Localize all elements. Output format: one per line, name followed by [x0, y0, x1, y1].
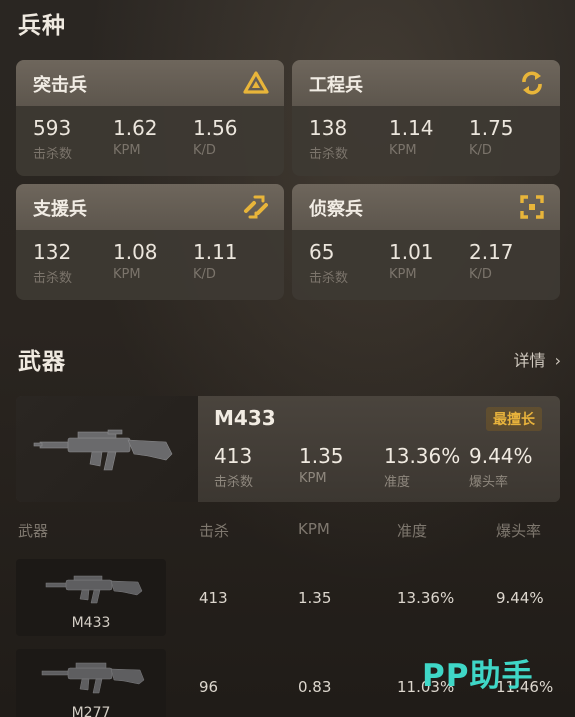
details-link[interactable]: 详情 ›: [513, 347, 561, 371]
accuracy-value: 13.36%: [397, 589, 455, 607]
stat-label: 击杀数: [309, 147, 349, 162]
stat-kills: 593 击杀数: [33, 116, 72, 162]
classes-section-title: 兵种: [18, 13, 66, 39]
kills-value: 413: [199, 589, 228, 607]
stat-value: 1.35: [299, 444, 344, 468]
kills-value: 96: [199, 678, 219, 696]
arrows-join-icon: [244, 195, 268, 219]
stat-label: KPM: [389, 267, 417, 282]
stat-kd: 1.11 K/D: [193, 240, 238, 282]
class-name: 突击兵: [33, 75, 87, 96]
stat-value: 1.75: [469, 116, 514, 140]
stat-value: 2.17: [469, 240, 514, 264]
class-card-recon[interactable]: 侦察兵 65 击杀数 1.01 KPM 2.17 K/D: [292, 184, 560, 300]
class-card-assault[interactable]: 突击兵 593 击杀数 1.62 KPM 1.56 K/D: [16, 60, 284, 176]
stat-value: 132: [33, 240, 72, 264]
rifle-icon: [45, 575, 143, 604]
featured-stat-headshot: 9.44% 爆头率: [469, 445, 533, 490]
stat-value: 1.14: [389, 116, 434, 140]
stat-value: 1.01: [389, 240, 434, 264]
stat-value: 1.08: [113, 240, 158, 264]
table-header-headshot: 爆头率: [496, 522, 542, 540]
weapon-name: M277: [71, 705, 111, 717]
stat-kpm: 1.14 KPM: [389, 116, 434, 158]
class-card-support[interactable]: 支援兵 132 击杀数 1.08 KPM 1.11 K/D: [16, 184, 284, 300]
stat-kd: 1.75 K/D: [469, 116, 514, 158]
stat-kd: 2.17 K/D: [469, 240, 514, 282]
stat-value: 65: [309, 240, 335, 264]
stat-kpm: 1.62 KPM: [113, 116, 158, 158]
stat-kills: 65 击杀数: [309, 240, 348, 286]
featured-weapon-card[interactable]: M433 最擅长 413 击杀数 1.35 KPM 13.36% 准度 9.44…: [16, 396, 560, 502]
table-header-kills: 击杀: [199, 522, 230, 540]
rifle-icon: [41, 662, 145, 694]
table-header-weapon: 武器: [18, 522, 49, 540]
stat-value: 593: [33, 116, 72, 140]
stat-label: KPM: [389, 143, 417, 158]
stat-label: 击杀数: [33, 147, 73, 162]
class-name: 工程兵: [309, 75, 363, 96]
stat-label: KPM: [113, 267, 141, 282]
stat-value: 1.56: [193, 116, 238, 140]
stat-value: 9.44%: [469, 444, 533, 468]
stat-label: K/D: [469, 267, 492, 282]
triangle-arrows-icon: [243, 71, 269, 94]
stat-value: 1.62: [113, 116, 158, 140]
class-card-header: 侦察兵: [292, 184, 560, 230]
featured-weapon-image: [16, 396, 198, 502]
table-header-accuracy: 准度: [397, 522, 428, 540]
class-card-header: 工程兵: [292, 60, 560, 106]
stat-label: K/D: [193, 267, 216, 282]
stat-kpm: 1.01 KPM: [389, 240, 434, 282]
featured-stat-kpm: 1.35 KPM: [299, 445, 344, 486]
rotate-arrows-icon: [522, 71, 542, 95]
target-frame-icon: [520, 195, 544, 219]
stat-kills: 132 击杀数: [33, 240, 72, 286]
headshot-value: 9.44%: [496, 589, 544, 607]
weapons-section-title: 武器: [18, 349, 66, 375]
stat-kpm: 1.08 KPM: [113, 240, 158, 282]
stat-label: 准度: [384, 475, 411, 490]
watermark: PP助手: [422, 658, 534, 694]
kpm-value: 0.83: [298, 678, 332, 696]
featured-stat-kills: 413 击杀数: [214, 445, 253, 490]
page: 兵种 突击兵 593 击杀数 1.62 KPM 1.56 K/D 工程兵 138…: [0, 0, 575, 717]
rifle-icon: [33, 429, 173, 471]
featured-weapon-info: M433 最擅长 413 击杀数 1.35 KPM 13.36% 准度 9.44…: [198, 396, 560, 502]
stat-label: K/D: [469, 143, 492, 158]
stat-kd: 1.56 K/D: [193, 116, 238, 158]
featured-weapon-name: M433: [214, 406, 276, 430]
stat-label: 击杀数: [214, 475, 254, 490]
stat-value: 413: [214, 444, 253, 468]
class-card-engineer[interactable]: 工程兵 138 击杀数 1.14 KPM 1.75 K/D: [292, 60, 560, 176]
featured-stat-accuracy: 13.36% 准度: [384, 445, 460, 490]
stat-value: 1.11: [193, 240, 238, 264]
stat-label: KPM: [299, 471, 327, 486]
class-card-header: 支援兵: [16, 184, 284, 230]
class-name: 支援兵: [33, 199, 87, 220]
chevron-right-icon: ›: [554, 351, 561, 370]
stat-label: 爆头率: [469, 475, 509, 490]
stat-value: 138: [309, 116, 348, 140]
weapon-name: M433: [71, 615, 111, 631]
details-link-label: 详情: [513, 351, 546, 370]
kpm-value: 1.35: [298, 589, 332, 607]
stat-label: 击杀数: [309, 271, 349, 286]
weapon-thumbnail: M277: [16, 649, 166, 717]
stat-kills: 138 击杀数: [309, 116, 348, 162]
table-header-kpm: KPM: [298, 520, 330, 538]
stat-value: 13.36%: [384, 444, 461, 468]
class-card-header: 突击兵: [16, 60, 284, 106]
weapon-thumbnail: M433: [16, 559, 166, 636]
stat-label: KPM: [113, 143, 141, 158]
stat-label: K/D: [193, 143, 216, 158]
best-weapon-badge: 最擅长: [486, 407, 542, 431]
class-name: 侦察兵: [309, 199, 363, 220]
stat-label: 击杀数: [33, 271, 73, 286]
